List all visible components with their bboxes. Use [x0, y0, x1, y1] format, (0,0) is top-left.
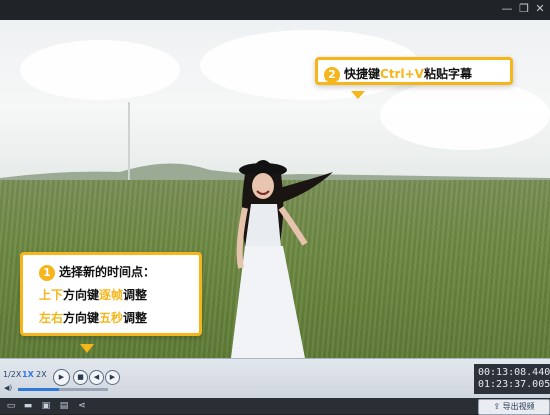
callout-select-time: 1 选择新的时间点： 上下方向键逐帧调整 左右方向键五秒调整 — [20, 252, 202, 336]
callout-text: 方向键 — [63, 288, 100, 302]
volume-slider[interactable] — [18, 388, 108, 391]
time-marker-handle[interactable] — [80, 344, 94, 353]
play-icon[interactable]: ▶ — [53, 369, 70, 386]
callout-line-1: 1 选择新的时间点： — [39, 261, 199, 284]
callout-text: 选择新的时间点： — [59, 265, 156, 279]
new-file-icon[interactable]: ▭ — [6, 401, 16, 411]
open-folder-icon[interactable]: ▬ — [23, 401, 33, 411]
share-icon[interactable]: ⋖ — [77, 401, 87, 411]
step-number-badge: 1 — [39, 264, 55, 281]
stop-icon[interactable]: ■ — [73, 370, 88, 385]
highlight-text: 五秒 — [99, 311, 124, 325]
speed-half-button[interactable]: 1/2X — [3, 370, 21, 379]
callout-text: 调整 — [123, 311, 148, 325]
highlight-text: 左右 — [39, 311, 64, 325]
step-back-icon[interactable]: ◀ — [89, 370, 104, 385]
video-preview[interactable]: 2 快捷键Ctrl+V粘贴字幕 1 选择新的时间点： 上下方向键逐帧调整 左右方向键… — [0, 20, 550, 358]
export-icon: ⇪ — [493, 402, 503, 411]
speed-1x-button[interactable]: 1X — [22, 370, 34, 379]
restore-icon[interactable]: ❐ — [517, 2, 531, 16]
export-video-button[interactable]: ⇪ 导出视频 — [478, 399, 550, 415]
woman-figure — [231, 160, 333, 358]
save-as-icon[interactable]: ▤ — [59, 401, 69, 411]
highlight-text: 逐帧 — [99, 288, 124, 302]
cloud — [20, 40, 180, 100]
highlight-text: 上下 — [39, 288, 64, 302]
speed-2x-button[interactable]: 2X — [36, 370, 47, 379]
total-time: 01:23:37.005 — [478, 379, 550, 390]
minimize-icon[interactable]: — — [500, 2, 514, 16]
utility-pole — [128, 102, 130, 190]
callout-line-3: 左右方向键五秒调整 — [39, 307, 199, 330]
export-label: 导出视频 — [502, 402, 535, 411]
step-forward-icon[interactable]: ▶ — [105, 370, 120, 385]
cloud — [380, 80, 550, 150]
callout-text: 粘贴字幕 — [423, 67, 472, 81]
callout-paste-subtitle: 2 快捷键Ctrl+V粘贴字幕 — [315, 57, 513, 85]
step-number-badge: 2 — [324, 66, 340, 83]
shortcut-text: Ctrl+V — [380, 67, 424, 81]
time-display: 00:13:08.440 01:23:37.005 — [474, 364, 550, 394]
volume-fill — [18, 388, 59, 391]
callout-line-2: 上下方向键逐帧调整 — [39, 284, 199, 307]
callout-text: 方向键 — [63, 311, 100, 325]
current-time: 00:13:08.440 — [478, 367, 550, 378]
close-icon[interactable]: ✕ — [533, 2, 547, 16]
save-icon[interactable]: ▣ — [41, 401, 51, 411]
title-bar: — ❐ ✕ — [0, 0, 550, 20]
callout-pointer — [351, 91, 365, 99]
callout-text: 快捷键 — [344, 67, 381, 81]
callout-text: 调整 — [123, 288, 148, 302]
speaker-icon[interactable]: ◀) — [4, 384, 12, 392]
